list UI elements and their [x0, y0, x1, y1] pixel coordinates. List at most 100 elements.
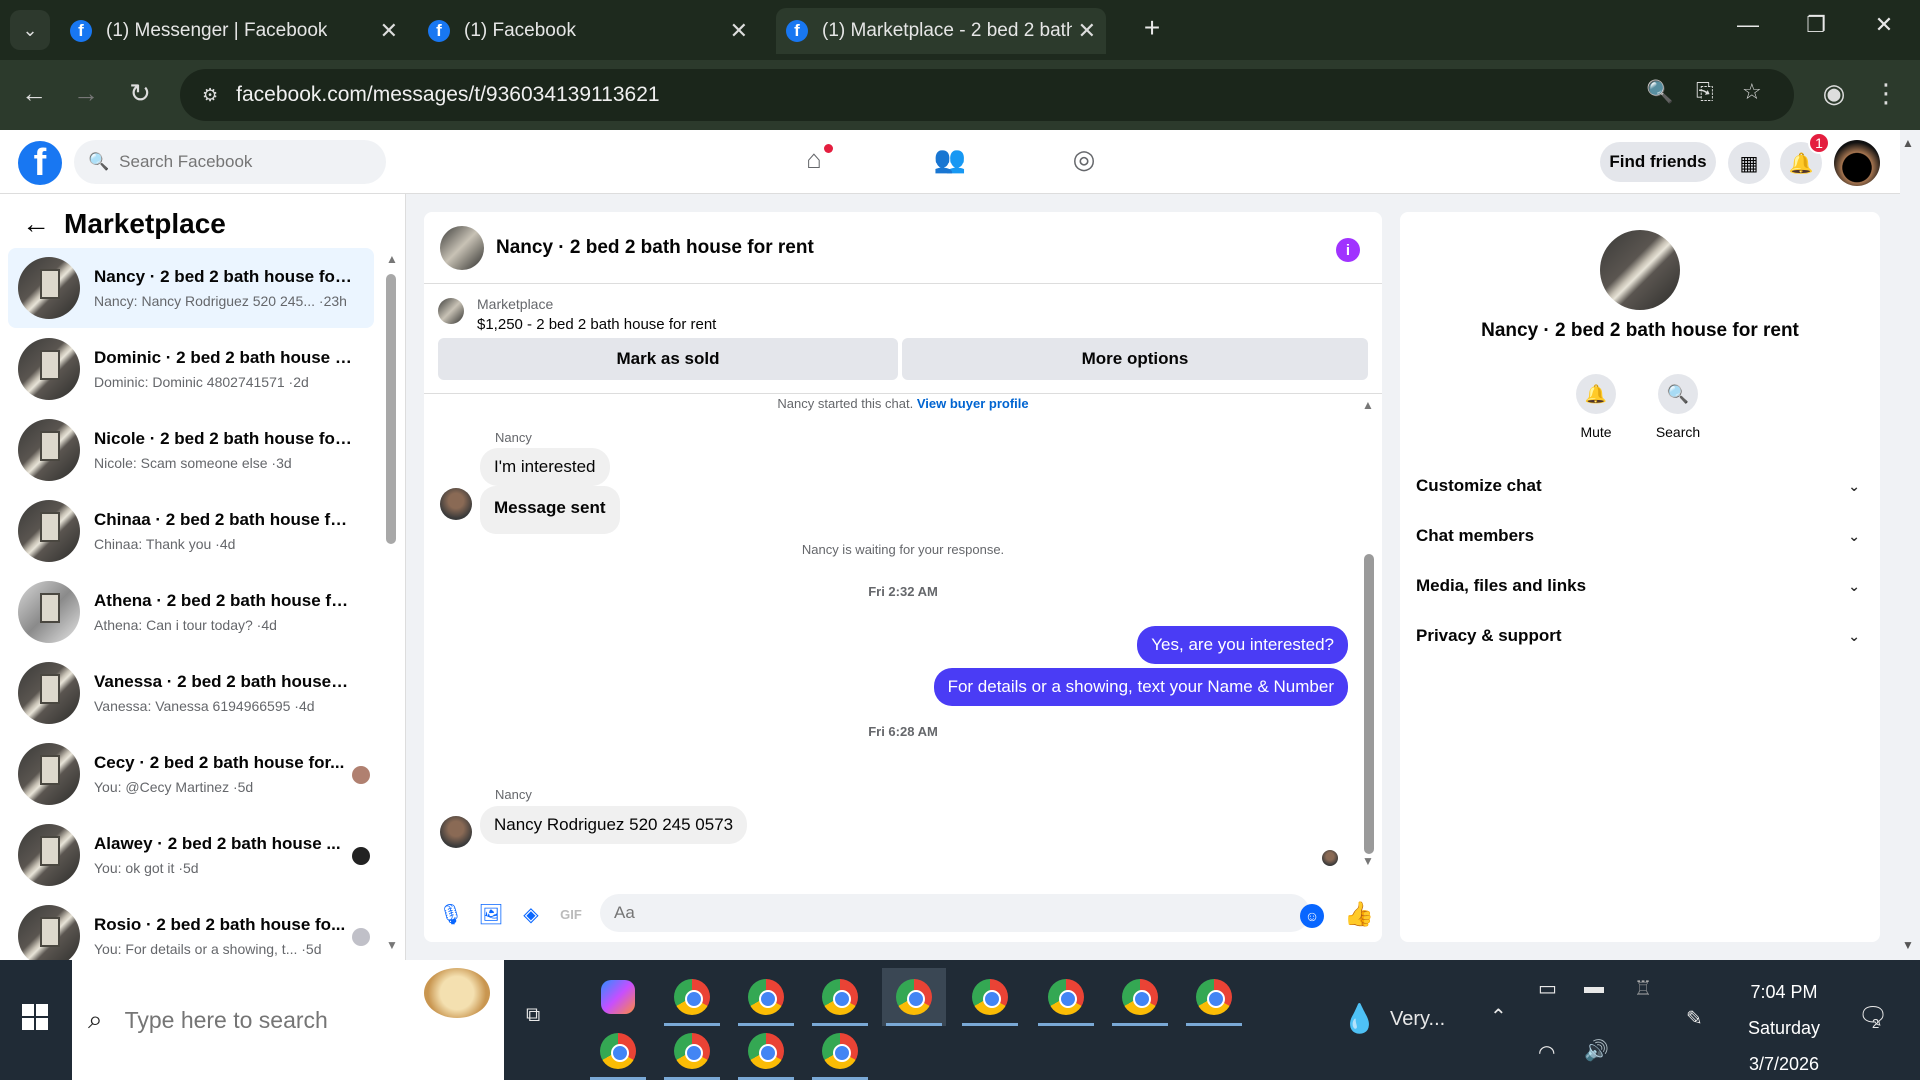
chat-scrollbar[interactable]	[1364, 554, 1374, 854]
tab-facebook[interactable]: f (1) Facebook ✕	[428, 8, 748, 54]
outgoing-message[interactable]: Yes, are you interested?	[1137, 626, 1348, 664]
back-arrow-icon[interactable]: ←	[22, 208, 50, 240]
close-window-icon[interactable]: ✕	[1864, 12, 1904, 38]
chrome-profile-icon[interactable]	[734, 968, 798, 1026]
page-scroll-down-icon[interactable]: ▼	[1902, 938, 1914, 952]
more-options-button[interactable]: More options	[902, 338, 1368, 380]
chrome-profile-icon[interactable]	[958, 968, 1022, 1026]
browser-menu-icon[interactable]: ⋮	[1868, 78, 1904, 109]
conversation-item[interactable]: Nancy · 2 bed 2 bath house for ... Nancy:…	[8, 248, 374, 328]
gif-icon[interactable]: GIF	[558, 902, 584, 928]
emoji-icon[interactable]: ☺	[1300, 904, 1324, 928]
listing-price[interactable]: $1,250 - 2 bed 2 bath house for rent	[477, 316, 716, 333]
facebook-search[interactable]: 🔍	[74, 140, 386, 184]
task-view-icon[interactable]: ⧉	[526, 1004, 540, 1027]
scroll-down-icon[interactable]: ▼	[1362, 854, 1374, 868]
chrome-profile-icon[interactable]	[660, 1022, 724, 1080]
weather-icon[interactable]: 💧	[1342, 1002, 1377, 1035]
install-app-icon[interactable]: ⎘	[1696, 79, 1714, 105]
profile-icon[interactable]: ◉	[1816, 78, 1852, 109]
scroll-up-icon[interactable]: ▲	[386, 252, 398, 266]
weather-text[interactable]: Very...	[1390, 1008, 1445, 1031]
conversation-item[interactable]: Alawey · 2 bed 2 bath house ... You: ok g…	[8, 815, 374, 895]
conversation-item[interactable]: Vanessa · 2 bed 2 bath house fo... Vaness…	[8, 653, 374, 733]
copilot-icon[interactable]	[586, 968, 650, 1026]
sender-avatar[interactable]	[440, 488, 472, 520]
system-clock[interactable]: 7:04 PM Saturday 3/7/2026	[1742, 974, 1826, 1080]
restore-icon[interactable]: ❐	[1796, 12, 1836, 38]
site-settings-icon[interactable]: ⚙	[202, 85, 218, 106]
close-tab-icon[interactable]: ✕	[1078, 18, 1096, 44]
friends-nav-icon[interactable]: 👥	[930, 144, 970, 180]
mark-as-sold-button[interactable]: Mark as sold	[438, 338, 898, 380]
address-bar[interactable]: ⚙ facebook.com/messages/t/93603413911362…	[180, 69, 1794, 121]
show-hidden-icons-icon[interactable]: ⌃	[1490, 1004, 1507, 1029]
search-input[interactable]	[119, 152, 370, 172]
page-scroll-up-icon[interactable]: ▲	[1902, 136, 1914, 150]
minimize-icon[interactable]: —	[1728, 12, 1768, 38]
chrome-profile-icon[interactable]	[734, 1022, 798, 1080]
tab-search-button[interactable]: ⌄	[10, 10, 50, 50]
forward-icon[interactable]: →	[68, 78, 104, 109]
chat-avatar[interactable]	[440, 225, 484, 270]
scroll-down-icon[interactable]: ▼	[386, 938, 398, 952]
info-icon[interactable]: i	[1336, 238, 1360, 262]
customize-chat-section[interactable]: Customize chat ⌄	[1416, 466, 1864, 506]
close-tab-icon[interactable]: ✕	[730, 18, 748, 44]
incoming-message[interactable]: Message sent	[480, 486, 620, 534]
zoom-icon[interactable]: 🔍	[1646, 79, 1673, 105]
reload-icon[interactable]: ↻	[122, 78, 158, 109]
back-icon[interactable]: ←	[16, 78, 52, 109]
microphone-icon[interactable]: 🎙	[438, 902, 464, 928]
conversation-item[interactable]: Athena · 2 bed 2 bath house for... Athena…	[8, 572, 374, 652]
meet-icon[interactable]: ▭	[1538, 976, 1557, 1001]
taskbar-search[interactable]: ⌕	[72, 960, 504, 1080]
search-conversation-button[interactable]: 🔍 Search	[1638, 374, 1718, 440]
view-buyer-profile-link[interactable]: View buyer profile	[917, 396, 1029, 411]
chrome-profile-icon[interactable]	[808, 1022, 872, 1080]
conversation-item[interactable]: Rosio · 2 bed 2 bath house fo... You: For…	[8, 896, 374, 960]
mute-button[interactable]: 🔔 Mute	[1556, 374, 1636, 440]
conversation-item[interactable]: Dominic · 2 bed 2 bath house f... Dominic…	[8, 329, 374, 409]
chrome-profile-icon[interactable]	[586, 1022, 650, 1080]
chat-profile-avatar[interactable]	[1600, 230, 1680, 310]
taskbar-search-input[interactable]	[124, 1006, 405, 1034]
message-input[interactable]	[600, 894, 1310, 932]
find-friends-button[interactable]: Find friends	[1600, 142, 1716, 182]
wifi-icon[interactable]: ◠	[1538, 1040, 1555, 1065]
photo-icon[interactable]: 🖼	[478, 902, 504, 928]
windows-start-icon[interactable]	[22, 1004, 48, 1030]
account-avatar[interactable]	[1834, 140, 1880, 186]
media-files-links-section[interactable]: Media, files and links ⌄	[1416, 566, 1864, 606]
device-icon[interactable]: ♖	[1634, 976, 1652, 1001]
thumbs-up-icon[interactable]: 👍	[1344, 900, 1374, 929]
conversation-list-scrollbar[interactable]	[386, 274, 396, 544]
chrome-profile-icon[interactable]	[882, 968, 946, 1026]
volume-icon[interactable]: 🔊	[1584, 1038, 1609, 1063]
chat-members-section[interactable]: Chat members ⌄	[1416, 516, 1864, 556]
home-nav-icon[interactable]: ⌂	[794, 144, 834, 180]
privacy-support-section[interactable]: Privacy & support ⌄	[1416, 616, 1864, 656]
chrome-profile-icon[interactable]	[808, 968, 872, 1026]
battery-icon[interactable]: ▬	[1584, 976, 1604, 999]
facebook-logo[interactable]: f	[18, 141, 62, 185]
tab-marketplace[interactable]: f (1) Marketplace - 2 bed 2 bath h ✕	[776, 8, 1106, 54]
notification-center-icon[interactable]: 🗨 2	[1858, 1002, 1888, 1031]
incoming-message[interactable]: Nancy Rodriguez 520 245 0573	[480, 806, 748, 844]
outgoing-message[interactable]: For details or a showing, text your Name…	[933, 668, 1348, 706]
new-tab-button[interactable]: +	[1132, 12, 1172, 44]
chrome-icon[interactable]	[660, 968, 724, 1026]
close-tab-icon[interactable]: ✕	[380, 18, 398, 44]
sticker-icon[interactable]: ◈	[518, 902, 544, 928]
bookmark-star-icon[interactable]: ☆	[1742, 79, 1762, 105]
incoming-message[interactable]: I'm interested	[480, 448, 610, 486]
conversation-item[interactable]: Cecy · 2 bed 2 bath house for... You: @Ce…	[8, 734, 374, 814]
scroll-up-icon[interactable]: ▲	[1362, 398, 1374, 412]
chrome-profile-icon[interactable]	[1182, 968, 1246, 1026]
chrome-profile-icon[interactable]	[1034, 968, 1098, 1026]
pen-icon[interactable]: ✎	[1686, 1006, 1703, 1031]
menu-grid-icon[interactable]: ▦	[1728, 142, 1770, 184]
groups-nav-icon[interactable]: ◎	[1064, 144, 1104, 180]
conversation-item[interactable]: Nicole · 2 bed 2 bath house for ... Nicol…	[8, 410, 374, 490]
chat-title[interactable]: Nancy · 2 bed 2 bath house for rent	[496, 237, 814, 259]
